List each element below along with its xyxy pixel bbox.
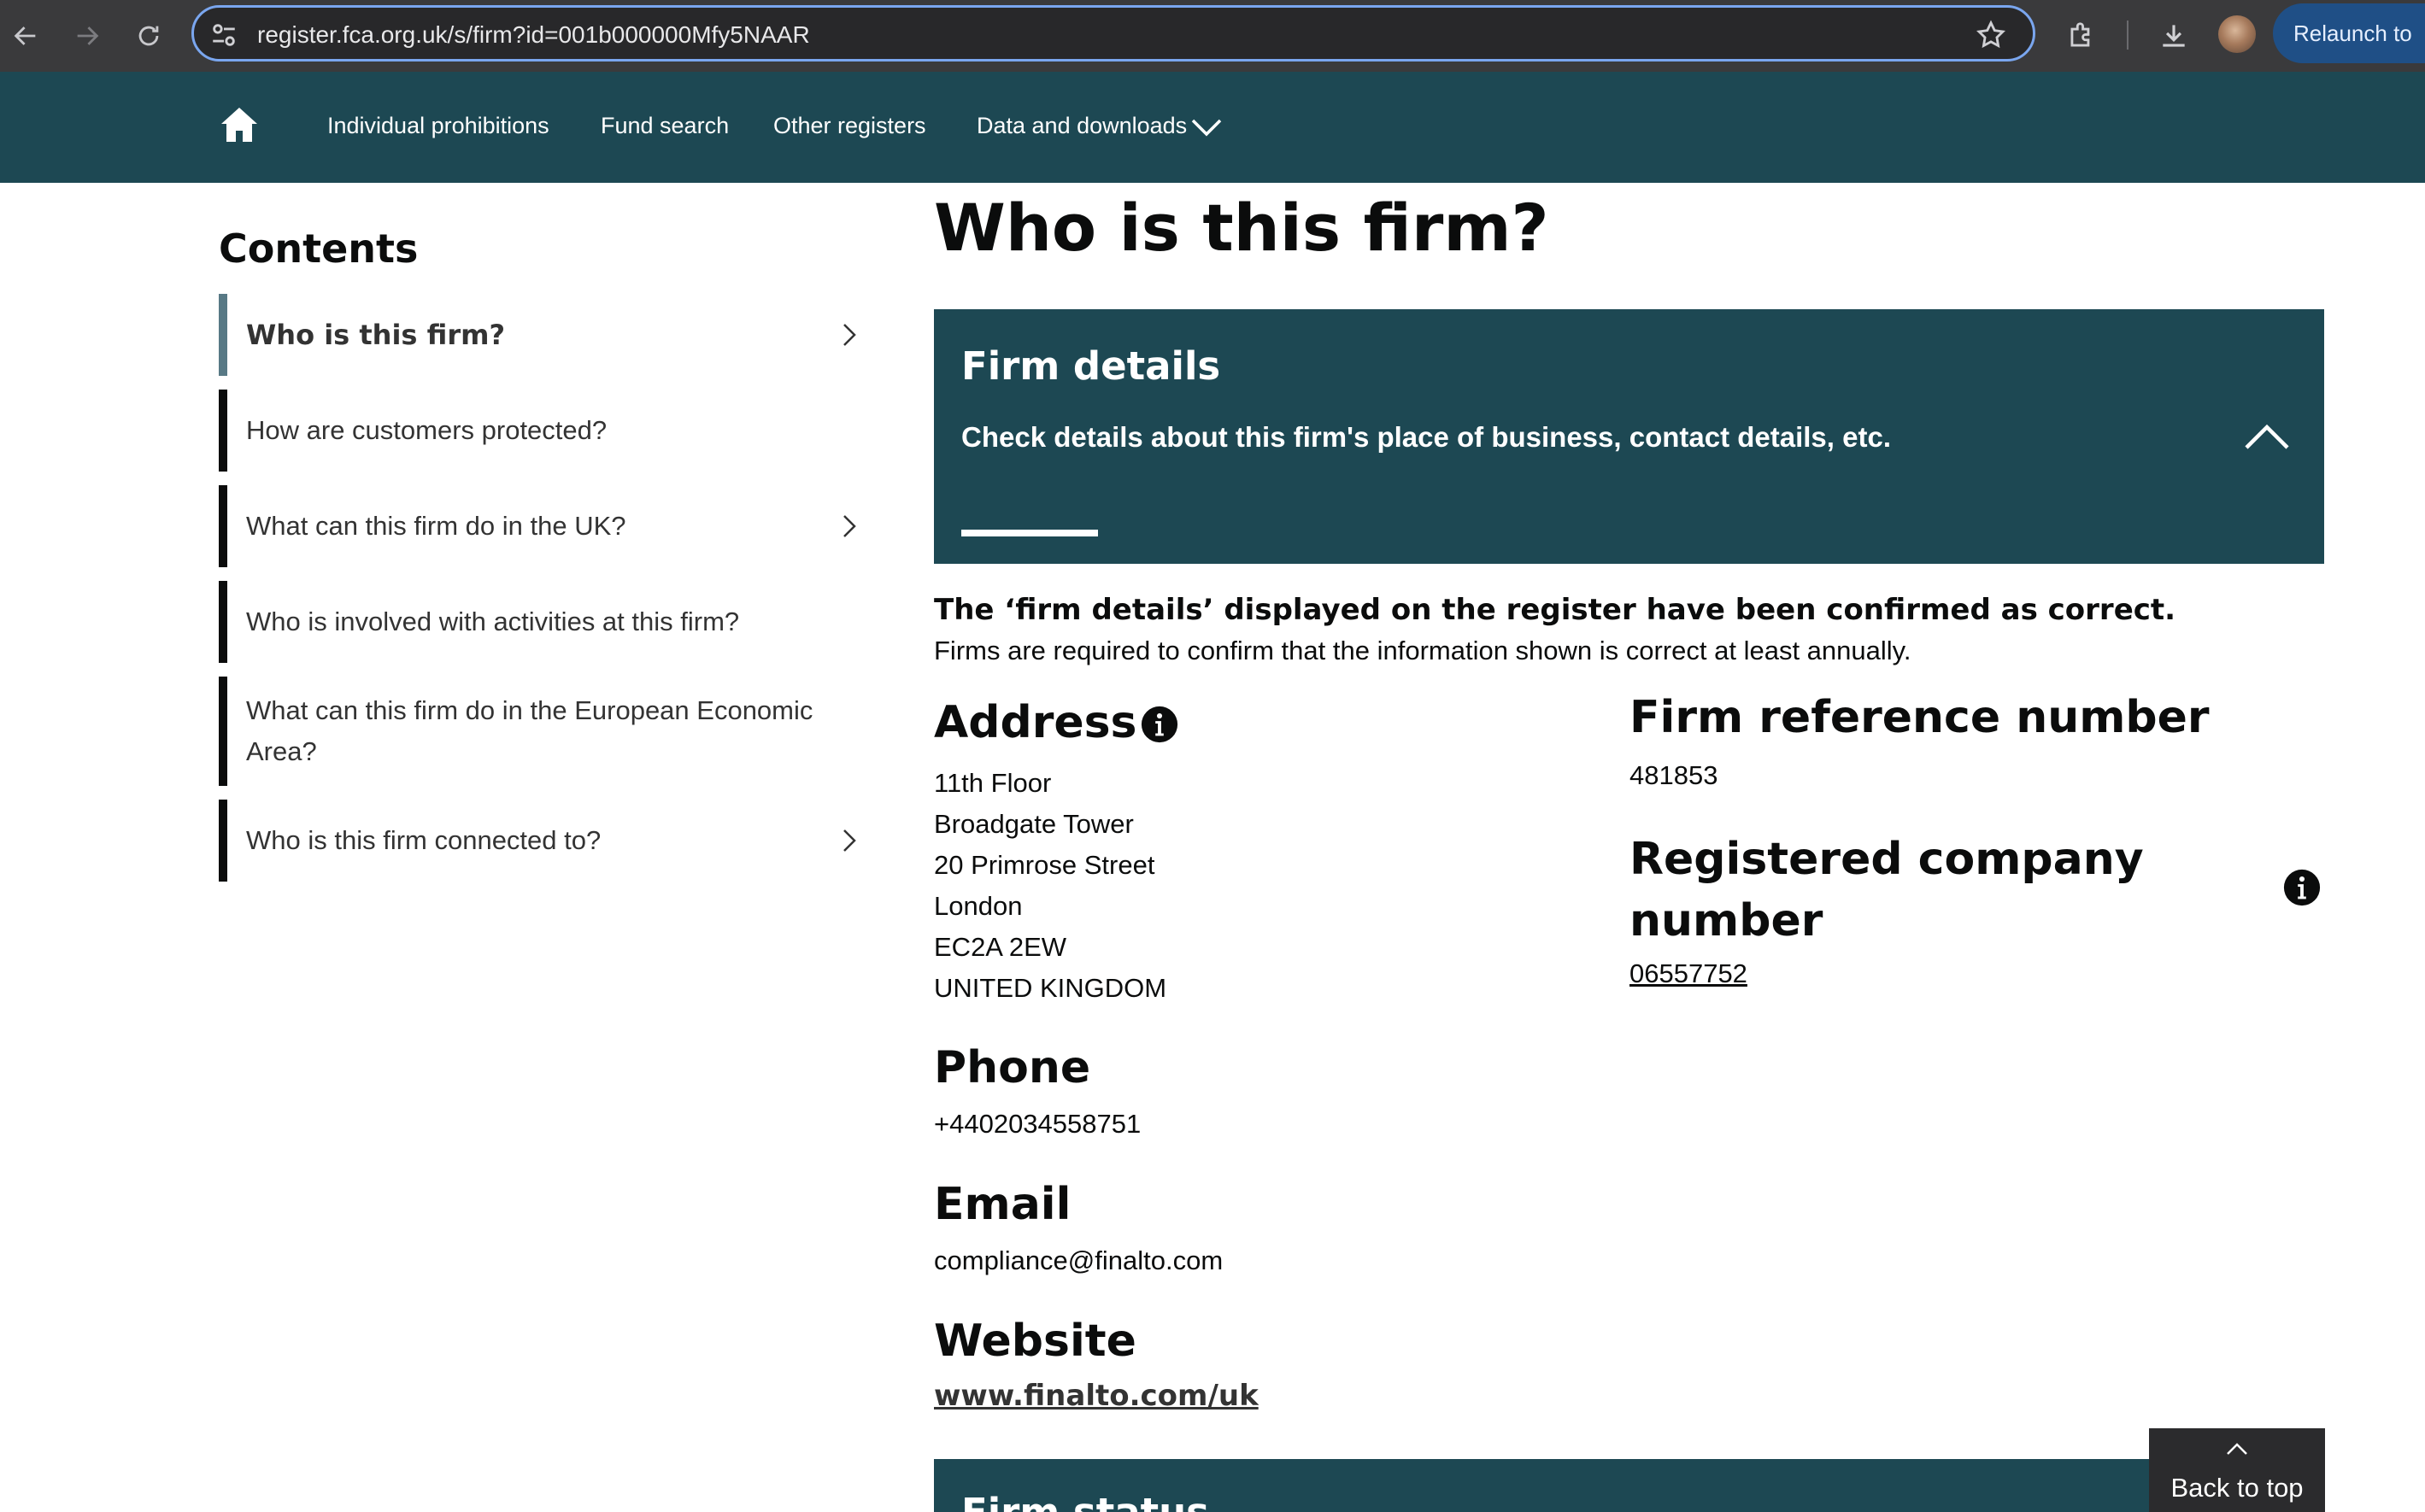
firm-reference-value: 481853 [1629, 760, 1718, 790]
email-value: compliance@finalto.com [934, 1245, 1224, 1275]
toc-item-eea-permissions[interactable]: What can this firm do in the European Ec… [219, 677, 868, 786]
firm-details-panel[interactable]: Firm details Check details about this fi… [934, 309, 2324, 564]
toc-item-label: Who is involved with activities at this … [246, 607, 740, 636]
panel-underline [961, 530, 1098, 536]
phone-heading: Phone [934, 1042, 1091, 1093]
toc-item-who-is-this-firm[interactable]: Who is this firm? [219, 294, 868, 376]
arrow-left-icon [14, 26, 36, 45]
toc-item-label: What can this firm do in the UK? [246, 511, 626, 541]
address-bar[interactable]: register.fca.org.uk/s/firm?id=001b000000… [191, 5, 2035, 62]
url-text[interactable]: register.fca.org.uk/s/firm?id=001b000000… [257, 21, 810, 49]
address-block: 11th Floor Broadgate Tower 20 Primrose S… [934, 763, 1166, 1009]
toc-item-customers-protected[interactable]: How are customers protected? [219, 390, 868, 472]
toc-item-uk-permissions[interactable]: What can this firm do in the UK? [219, 485, 868, 567]
nav-data-and-downloads[interactable]: Data and downloads [977, 113, 1187, 139]
back-to-top-button[interactable]: Back to top [2149, 1428, 2325, 1512]
email-heading: Email [934, 1179, 1072, 1230]
chevron-right-icon [843, 515, 856, 537]
star-icon[interactable] [1975, 19, 2007, 51]
firm-status-panel[interactable]: Firm status [934, 1459, 2324, 1512]
info-icon[interactable] [1140, 705, 1179, 744]
back-button[interactable] [5, 15, 46, 56]
panel-title: Firm details [961, 343, 1221, 389]
address-line: 11th Floor [934, 768, 1052, 798]
arrow-right-icon [77, 26, 99, 45]
confirmation-statement: The ‘firm details’ displayed on the regi… [934, 593, 2176, 627]
contents-heading: Contents [219, 226, 419, 272]
chevron-up-icon[interactable] [2243, 420, 2291, 451]
info-icon[interactable] [2282, 868, 2322, 907]
page-title: Who is this firm? [934, 190, 1549, 266]
extensions-button[interactable] [2061, 15, 2102, 56]
website-link[interactable]: www.finalto.com/uk [934, 1379, 1259, 1413]
firm-reference-heading: Firm reference number [1629, 692, 2210, 743]
panel-description: Check details about this firm's place of… [961, 421, 1891, 453]
website-heading: Website [934, 1316, 1136, 1367]
avatar[interactable] [2218, 15, 2256, 53]
toc-item-label: How are customers protected? [246, 415, 608, 445]
downloads-button[interactable] [2153, 15, 2194, 56]
browser-toolbar: register.fca.org.uk/s/firm?id=001b000000… [0, 0, 2425, 72]
toc-item-label: Who is this firm connected to? [246, 825, 602, 855]
address-line: EC2A 2EW [934, 932, 1067, 962]
address-line: 20 Primrose Street [934, 850, 1155, 880]
forward-button[interactable] [67, 15, 108, 56]
address-heading: Address [934, 697, 1137, 748]
relaunch-button[interactable]: Relaunch to [2273, 3, 2425, 63]
puzzle-icon [2070, 22, 2090, 47]
toc-item-label: Who is this firm? [246, 319, 505, 351]
company-number-link[interactable]: 06557752 [1629, 958, 1747, 989]
phone-value: +4402034558751 [934, 1109, 1142, 1139]
toc-item-label: What can this firm do in the European Ec… [246, 695, 813, 766]
chevron-up-icon [2227, 1443, 2247, 1455]
chevron-right-icon [843, 324, 856, 346]
back-to-top-label: Back to top [2170, 1473, 2304, 1503]
address-line: UNITED KINGDOM [934, 973, 1167, 1003]
nav-fund-search[interactable]: Fund search [601, 113, 729, 139]
chevron-right-icon [843, 829, 856, 852]
address-line: Broadgate Tower [934, 809, 1134, 839]
address-line: London [934, 891, 1023, 921]
nav-individual-prohibitions[interactable]: Individual prohibitions [327, 113, 549, 139]
download-icon [2163, 25, 2185, 47]
reload-icon [138, 26, 159, 46]
panel-title: Firm status [961, 1490, 1209, 1512]
toc-item-involved-individuals[interactable]: Who is involved with activities at this … [219, 581, 868, 663]
toc-item-connected-firms[interactable]: Who is this firm connected to? [219, 800, 868, 882]
site-navigation: Individual prohibitions Fund search Othe… [0, 72, 2425, 183]
toolbar-divider [2127, 21, 2128, 50]
company-number-heading: Registered company number [1629, 834, 2144, 946]
confirmation-note: Firms are required to confirm that the i… [934, 636, 1911, 665]
nav-other-registers[interactable]: Other registers [773, 113, 926, 139]
home-icon[interactable] [219, 104, 260, 145]
reload-button[interactable] [128, 15, 169, 56]
tune-icon[interactable] [209, 21, 238, 50]
chevron-down-icon[interactable] [1189, 114, 1224, 140]
